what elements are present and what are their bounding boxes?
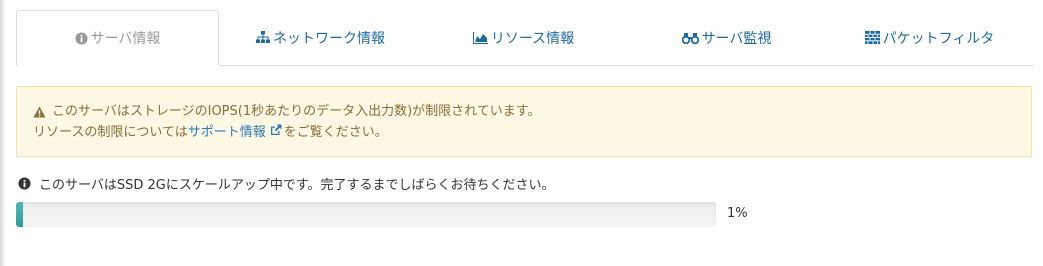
iops-limit-alert: このサーバはストレージのIOPS(1秒あたりのデータ入出力数)が制限されています…	[16, 86, 1032, 157]
alert-line-1: このサーバはストレージのIOPS(1秒あたりのデータ入出力数)が制限されています…	[33, 101, 1031, 122]
tab-packet-filter[interactable]: パケットフィルタ	[828, 10, 1031, 65]
scale-up-progress-bar	[16, 202, 716, 227]
progress-fill	[16, 202, 23, 227]
progress-percent-label: 1%	[727, 206, 748, 221]
info-circle-icon	[75, 31, 88, 45]
external-link-icon	[270, 124, 282, 136]
tab-label: ネットワーク情報	[273, 30, 385, 47]
tab-resource-info[interactable]: リソース情報	[422, 10, 625, 65]
scale-up-status: このサーバはSSD 2Gにスケールアップ中です。完了するまでしばらくお待ちくださ…	[18, 174, 555, 193]
window-edge-shadow	[0, 0, 6, 266]
info-circle-icon	[18, 177, 31, 190]
alert-text-suffix: をご覧ください。	[283, 125, 388, 140]
tab-label: サーバ監視	[701, 30, 772, 47]
alert-text-prefix: リソースの制限については	[33, 125, 188, 140]
progress-track	[16, 202, 716, 227]
support-info-link[interactable]: サポート情報	[188, 122, 284, 143]
server-detail-tabs: サーバ情報 ネットワーク情報 リソース情報 サーバ監視 パケットフィルタ	[16, 10, 1034, 66]
warning-icon	[33, 105, 46, 118]
status-message: このサーバはSSD 2Gにスケールアップ中です。完了するまでしばらくお待ちくださ…	[39, 178, 555, 193]
area-chart-icon	[472, 31, 488, 44]
binoculars-icon	[681, 32, 699, 44]
alert-line-2: リソースの制限については サポート情報 をご覧ください。	[33, 122, 1031, 143]
tab-label: パケットフィルタ	[882, 30, 995, 47]
sitemap-icon	[256, 31, 270, 44]
support-info-link-label: サポート情報	[187, 125, 266, 140]
tab-label: サーバ情報	[90, 31, 161, 47]
tab-server-monitoring[interactable]: サーバ監視	[625, 10, 828, 65]
tab-network-info[interactable]: ネットワーク情報	[219, 10, 422, 65]
firewall-icon	[864, 31, 880, 44]
tab-server-info[interactable]: サーバ情報	[16, 10, 219, 66]
alert-message: このサーバはストレージのIOPS(1秒あたりのデータ入出力数)が制限されています…	[52, 104, 541, 119]
tab-label: リソース情報	[490, 30, 575, 47]
